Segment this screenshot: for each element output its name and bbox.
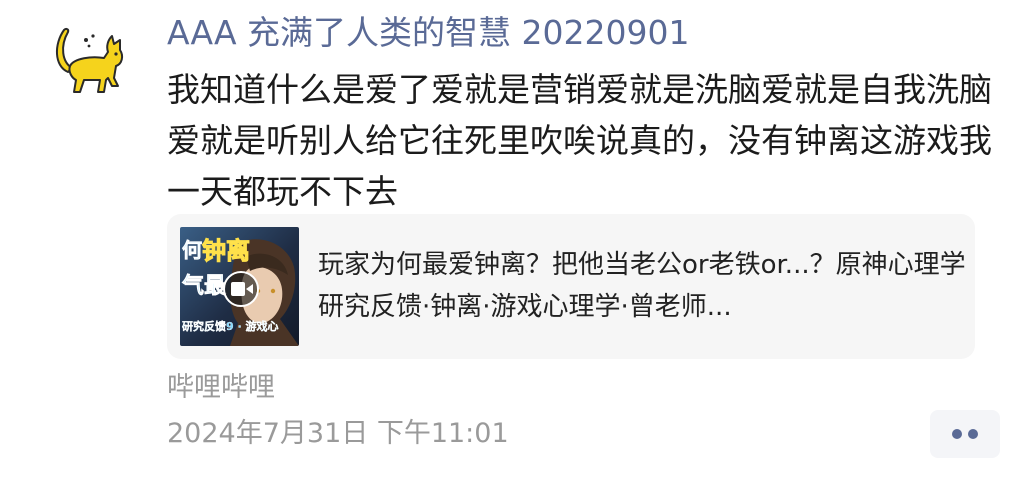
moment-post: AAA 充满了人类的智慧 20220901 我知道什么是爱了爱就是营销爱就是洗脑… bbox=[0, 0, 1024, 498]
more-button[interactable] bbox=[930, 410, 1000, 458]
cat-icon bbox=[56, 27, 124, 93]
thumb-text-2: 钟离 bbox=[202, 237, 250, 265]
more-dots-icon bbox=[968, 429, 978, 439]
timestamp: 2024年7月31日 下午11:01 bbox=[167, 418, 509, 449]
link-card[interactable]: 何 钟离 气最 研究反馈9 · 游戏心 玩家为何最爱钟离？把他当老公or老铁or… bbox=[167, 214, 975, 359]
video-play-icon bbox=[223, 271, 259, 307]
link-title: 玩家为何最爱钟离？把他当老公or老铁or...？原神心理学研究反馈·钟离·游戏心… bbox=[318, 250, 966, 322]
username[interactable]: AAA 充满了人类的智慧 20220901 bbox=[167, 10, 690, 56]
link-thumbnail: 何 钟离 气最 研究反馈9 · 游戏心 bbox=[180, 227, 299, 346]
more-dots-icon bbox=[952, 429, 962, 439]
avatar[interactable] bbox=[48, 22, 132, 106]
thumb-text-1: 何 bbox=[182, 238, 202, 262]
thumb-text-4: 研究反馈9 · 游戏心 bbox=[182, 319, 279, 333]
post-text: 我知道什么是爱了爱就是营销爱就是洗脑爱就是自我洗脑爱就是听别人给它往死里吹唉说真… bbox=[167, 70, 992, 211]
source-label[interactable]: 哔哩哔哩 bbox=[167, 368, 275, 408]
thumb-text-3: 气最 bbox=[181, 273, 227, 299]
